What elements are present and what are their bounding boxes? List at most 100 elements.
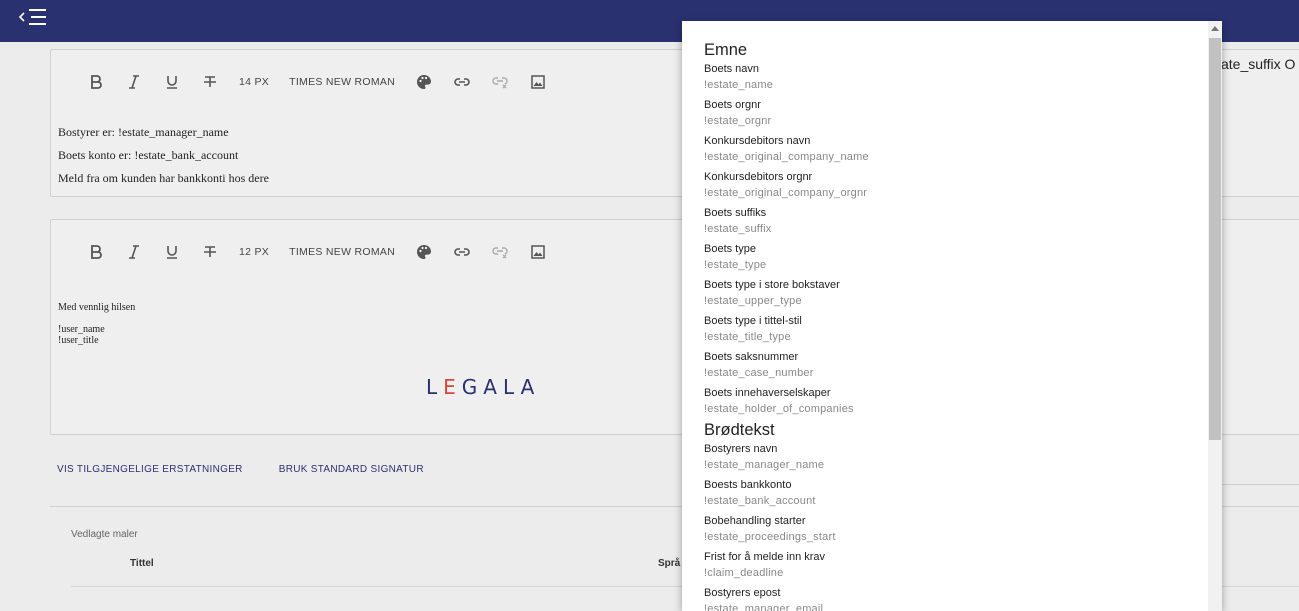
replacement-code: !estate_case_number [704,367,814,379]
font-family-select[interactable]: TIMES NEW ROMAN [279,241,405,263]
replacement-code: !estate_upper_type [704,295,802,307]
replacement-code: !estate_title_type [704,331,791,343]
unlink-button[interactable] [481,241,519,263]
palette-icon [417,75,432,89]
replacement-item[interactable]: Boets suffiks !estate_suffix [704,205,1204,237]
replacement-code: !estate_holder_of_companies [704,403,854,415]
underline-button[interactable] [153,71,191,93]
font-family-value: TIMES NEW ROMAN [289,246,396,258]
replacement-item[interactable]: Frist for å melde inn krav !claim_deadlin… [704,549,1204,581]
image-icon [531,245,545,259]
replacements-popup: Emne Boets navn !estate_name Boets orgnr!… [682,21,1222,611]
replacement-item[interactable]: Boets orgnr !estate_orgnr [704,97,1204,129]
right-panel-divider [1221,484,1299,485]
editor-toolbar: 14 PX TIMES NEW ROMAN [77,71,557,93]
font-size-select[interactable]: 14 PX [229,71,279,93]
replacement-item[interactable]: Bostyrers epost !estate_manager_email [704,585,1204,611]
replacement-item[interactable]: Boets type i store bokstaver !estate_uppe… [704,277,1204,309]
bold-icon [91,75,102,89]
signature-user-title: !user_title [58,335,99,346]
replacement-code: !estate_proceedings_start [704,531,836,543]
image-button[interactable] [519,241,557,263]
signature-greeting: Med vennlig hilsen [58,302,136,313]
editor-line: Boets konto er: !estate_bank_account [58,148,239,162]
replacement-label: Boets saksnummer [704,351,799,363]
link-icon [454,248,470,256]
image-button[interactable] [519,71,557,93]
signature-user-name: !user_name [58,324,105,335]
font-size-select[interactable]: 12 PX [229,241,279,263]
font-size-value: 12 PX [239,246,270,258]
column-header-title: Tittel [130,558,154,569]
editor-actions: VIS TILGJENGELIGE ERSTATNINGER BRUK STAN… [57,464,424,475]
signature-editor-content[interactable]: Med vennlig hilsen !user_name !user_titl… [58,302,135,346]
replacement-item[interactable]: Boets saksnummer !estate_case_number [704,349,1204,381]
italic-button[interactable] [115,71,153,93]
menu-toggle-button[interactable] [16,6,50,30]
italic-button[interactable] [115,241,153,263]
replacement-label: Bostyrers epost [704,587,781,599]
underline-icon [167,76,177,89]
font-size-value: 14 PX [239,76,270,88]
italic-icon [129,75,139,89]
link-icon [454,78,470,86]
replacement-label: Konkursdebitors navn [704,135,811,147]
replacement-item[interactable]: Boets type i tittel-stil !estate_title_ty… [704,313,1204,345]
strikethrough-button[interactable] [191,71,229,93]
replacement-label: Bobehandling starter [704,515,806,527]
bold-button[interactable] [77,241,115,263]
scrollbar-thumb[interactable] [1209,38,1221,440]
underline-button[interactable] [153,241,191,263]
replacement-item[interactable]: Konkursdebitors orgnr !estate_original_co… [704,169,1204,201]
color-button[interactable] [405,241,443,263]
italic-icon [129,245,139,259]
show-replacements-button[interactable]: VIS TILGJENGELIGE ERSTATNINGER [57,464,243,475]
unlink-button[interactable] [481,71,519,93]
replacement-code: !estate_original_company_name [704,151,869,163]
replacement-code: !estate_manager_email [704,603,824,611]
replacement-label: Boets suffiks [704,207,767,219]
unlink-icon [492,247,508,259]
replacement-code: !estate_manager_name [704,459,825,471]
replacement-item[interactable]: Konkursdebitors navn !estate_original_com… [704,133,1204,165]
replacement-label: Boets innehaverselskaper [704,387,831,399]
strikethrough-icon [204,246,216,257]
right-panel-text: ate_suffix O [1221,56,1296,72]
replacement-label: Boets type i tittel-stil [704,315,802,327]
replacement-code: !estate_suffix [704,223,772,235]
replacement-code: !estate_orgnr [704,115,772,127]
replacements-list: Emne Boets navn !estate_name Boets orgnr!… [704,41,1204,611]
replacement-item[interactable]: Boests bankkonto !estate_bank_account [704,477,1204,509]
replacement-item[interactable]: Boets innehaverselskaper !estate_holder_o… [704,385,1204,417]
link-button[interactable] [443,71,481,93]
font-family-select[interactable]: TIMES NEW ROMAN [279,71,405,93]
replacement-item[interactable]: Bobehandling starter !estate_proceedings_… [704,513,1204,545]
subject-editor-content[interactable]: Bostyrer er: !estate_manager_name Boets … [58,121,269,190]
strikethrough-button[interactable] [191,241,229,263]
replacement-label: Boets type i store bokstaver [704,279,840,291]
palette-icon [417,245,432,259]
editor-line: Meld fra om kunden har bankkonti hos der… [58,171,269,185]
replacement-item[interactable]: Boets navn !estate_name [704,61,1204,93]
legala-logo: LEGALA [426,375,541,399]
section-heading-subject: Emne [704,41,748,59]
replacement-code: !estate_name [704,79,774,91]
editor-line: Bostyrer er: !estate_manager_name [58,125,229,139]
color-button[interactable] [405,71,443,93]
unlink-icon [492,77,508,89]
replacement-label: Konkursdebitors orgnr [704,171,813,183]
replacement-label: Boets navn [704,63,760,75]
menu-icon [18,9,46,25]
popup-scrollbar[interactable] [1208,21,1222,611]
replacement-item[interactable]: Boets type !estate_type [704,241,1204,273]
replacement-label: Frist for å melde inn krav [704,551,826,563]
replacement-item[interactable]: Bostyrers navn !estate_manager_name [704,441,1204,473]
use-standard-signature-button[interactable]: BRUK STANDARD SIGNATUR [279,464,424,475]
replacement-code: !claim_deadline [704,567,784,579]
bold-icon [91,245,102,259]
bold-button[interactable] [77,71,115,93]
replacement-label: Boests bankkonto [704,479,792,491]
image-icon [531,75,545,89]
scroll-up-arrow-icon[interactable] [1211,26,1219,31]
link-button[interactable] [443,241,481,263]
